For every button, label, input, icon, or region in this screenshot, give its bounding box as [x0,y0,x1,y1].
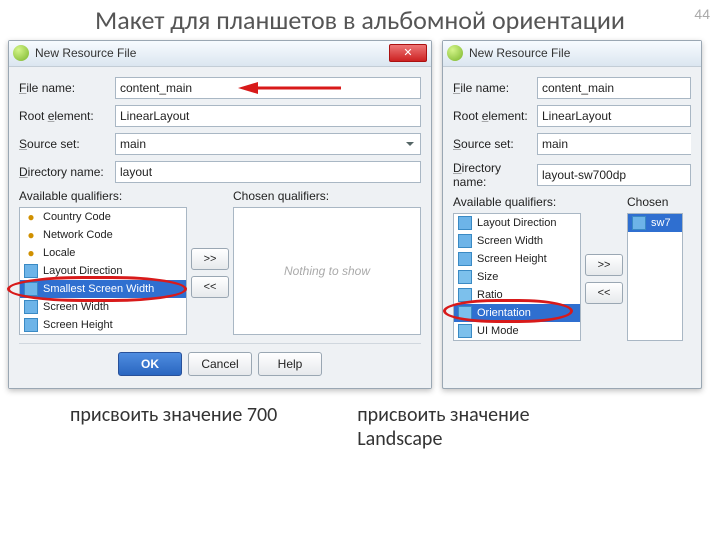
available-qualifiers-list[interactable]: Country Code Network Code Locale Layout … [19,207,187,335]
qualifier-screen-height[interactable]: Screen Height [20,316,186,334]
source-set-label: Source set: [19,137,109,151]
qualifier-screen-height[interactable]: Screen Height [454,250,580,268]
titlebar: New Resource File ✕ [9,41,431,67]
qualifier-size[interactable]: Size [454,268,580,286]
width-icon [632,216,646,230]
qualifier-smallest-screen-width[interactable]: Smallest Screen Width [20,280,186,298]
ratio-icon [458,288,472,302]
globe-icon [24,210,38,224]
add-qualifier-button[interactable]: >> [585,254,623,276]
root-element-input[interactable]: LinearLayout [537,105,691,127]
file-name-label: File name: [453,81,531,95]
ui-mode-icon [458,324,472,338]
caption-left: присвоить значение 700 [70,403,277,451]
globe-icon [24,246,38,260]
chosen-qualifiers-list[interactable]: Nothing to show [233,207,421,335]
file-name-label: File File name:name: [19,81,109,95]
root-element-input[interactable]: LinearLayout [115,105,421,127]
dialog-new-resource-left: New Resource File ✕ File File name:name:… [8,40,432,389]
available-qualifiers-list[interactable]: Layout Direction Screen Width Screen Hei… [453,213,581,341]
ok-button[interactable]: OK [118,352,182,376]
qualifier-layout-direction[interactable]: Layout Direction [20,262,186,280]
window-title: New Resource File [469,46,697,60]
page-number: 44 [694,6,710,22]
available-qualifiers-label: Available qualifiers: [453,195,581,209]
root-element-label: Root element: [453,109,531,123]
layout-dir-icon [24,264,38,278]
directory-name-input[interactable]: layout-sw700dp [537,164,691,186]
file-name-value: content_main [120,81,192,95]
directory-name-label: Directory name: [453,161,531,189]
chosen-qualifiers-label: Chosen qualifiers: [233,189,421,203]
directory-name-label: Directory name: [19,165,109,179]
qualifier-screen-width[interactable]: Screen Width [454,232,580,250]
slide-title: Макет для планшетов в альбомной ориентац… [0,0,720,40]
titlebar: New Resource File [443,41,701,67]
source-set-select[interactable]: main [115,133,421,155]
layout-dir-icon [458,216,472,230]
source-set-select[interactable]: main [537,133,691,155]
qualifier-ui-mode[interactable]: UI Mode [454,322,580,340]
chosen-item-sw700[interactable]: sw7 [628,214,682,232]
qualifier-orientation[interactable]: Orientation [454,304,580,322]
dialog-new-resource-right: New Resource File File name: content_mai… [442,40,702,389]
available-qualifiers-label: Available qualifiers: [19,189,187,203]
remove-qualifier-button[interactable]: << [585,282,623,304]
android-icon [13,45,29,61]
globe-icon [24,228,38,242]
window-title: New Resource File [35,46,389,60]
qualifier-screen-width[interactable]: Screen Width [20,298,186,316]
orientation-icon [458,306,472,320]
cancel-button[interactable]: Cancel [188,352,252,376]
qualifier-network-code[interactable]: Network Code [20,226,186,244]
qualifier-layout-direction[interactable]: Layout Direction [454,214,580,232]
width-icon [458,234,472,248]
height-icon [458,252,472,266]
android-icon [447,45,463,61]
chosen-qualifiers-label: Chosen [627,195,683,209]
directory-name-input[interactable]: layout [115,161,421,183]
source-set-label: Source set: [453,137,531,151]
file-name-input[interactable]: content_main [115,77,421,99]
caption-right: присвоить значение Landscape [357,403,557,451]
file-name-input[interactable]: content_main [537,77,691,99]
add-qualifier-button[interactable]: >> [191,248,229,270]
remove-qualifier-button[interactable]: << [191,276,229,298]
qualifier-ratio[interactable]: Ratio [454,286,580,304]
help-button[interactable]: Help [258,352,322,376]
qualifier-country-code[interactable]: Country Code [20,208,186,226]
width-icon [24,282,38,296]
qualifier-locale[interactable]: Locale [20,244,186,262]
width-icon [24,300,38,314]
arrow-annotation [236,81,346,95]
height-icon [24,318,38,332]
chosen-qualifiers-list[interactable]: sw7 [627,213,683,341]
close-button[interactable]: ✕ [389,44,427,62]
size-icon [458,270,472,284]
root-element-label: Root element: [19,109,109,123]
